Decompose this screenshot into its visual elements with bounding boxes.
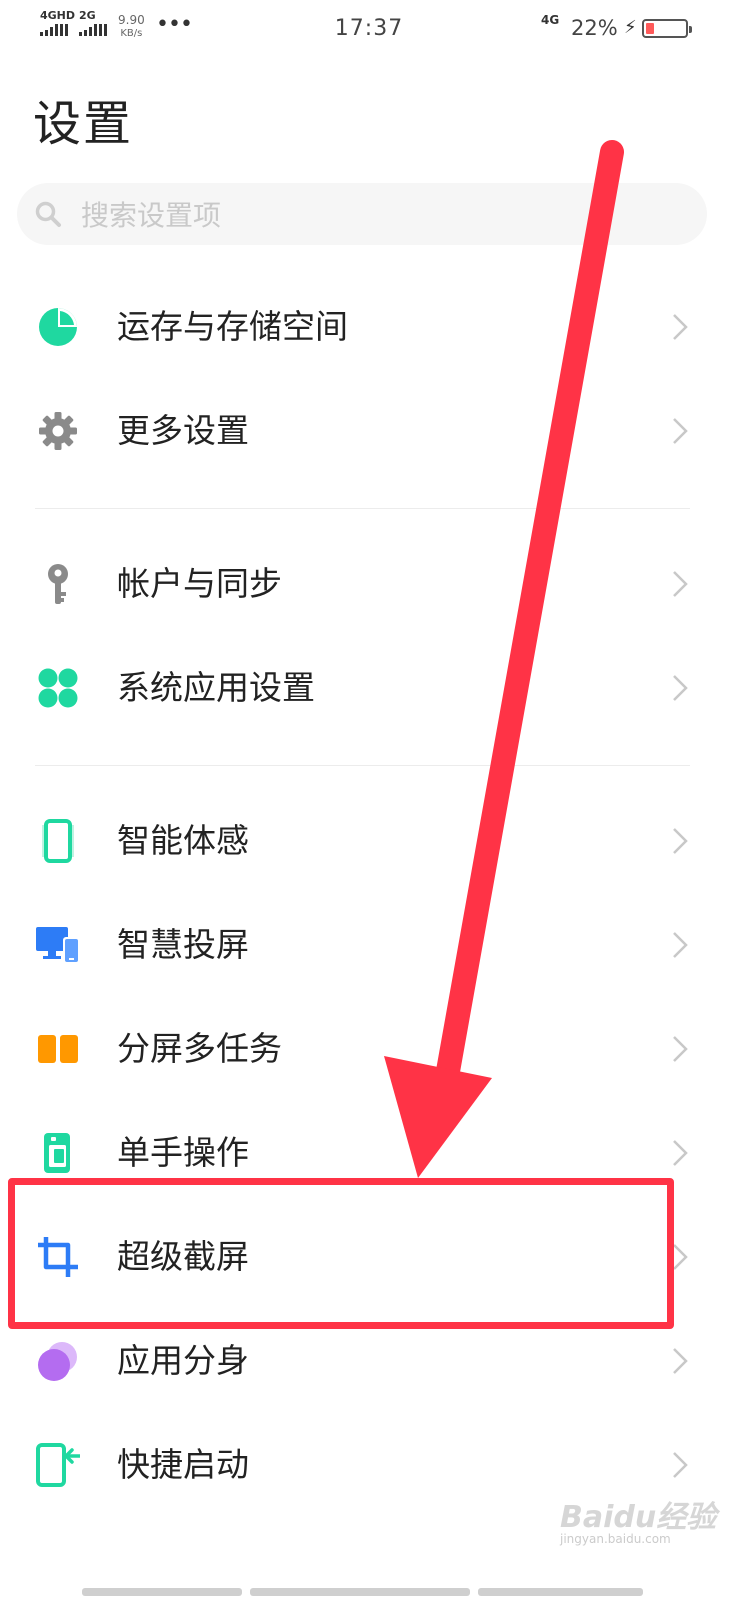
section-divider bbox=[35, 765, 690, 766]
settings-item-label: 快捷启动 bbox=[117, 1445, 249, 1484]
settings-item-label: 系统应用设置 bbox=[117, 668, 315, 707]
settings-item-label: 运存与存储空间 bbox=[117, 307, 348, 346]
page-title: 设置 bbox=[33, 96, 134, 152]
quick-launch-icon bbox=[36, 1443, 80, 1487]
chevron-right-icon bbox=[673, 571, 688, 597]
section-divider bbox=[35, 508, 690, 509]
battery-percent: 22% bbox=[571, 16, 618, 40]
battery-fill bbox=[646, 23, 655, 34]
charging-bolt-icon: ⚡ bbox=[624, 17, 637, 38]
split-screen-icon bbox=[38, 1035, 78, 1063]
clover-icon bbox=[38, 668, 78, 708]
settings-item-label: 帐户与同步 bbox=[117, 564, 282, 603]
chevron-right-icon bbox=[673, 1036, 688, 1062]
bottom-strip bbox=[250, 1588, 470, 1596]
chevron-right-icon bbox=[673, 932, 688, 958]
settings-item-label: 应用分身 bbox=[117, 1341, 249, 1380]
settings-item-system-apps[interactable]: 系统应用设置 bbox=[0, 636, 738, 740]
gear-icon bbox=[39, 412, 77, 450]
status-bar: 4GHD 2G 9.90 KB/s ••• 17:37 4G 22% ⚡ bbox=[0, 0, 738, 56]
search-input[interactable] bbox=[79, 191, 683, 239]
chevron-right-icon bbox=[673, 828, 688, 854]
screen-cast-icon bbox=[36, 927, 79, 963]
settings-item-accounts[interactable]: 帐户与同步 bbox=[0, 532, 738, 636]
settings-item-screen-cast[interactable]: 智慧投屏 bbox=[0, 893, 738, 997]
settings-item-label: 智能体感 bbox=[117, 821, 249, 860]
chevron-right-icon bbox=[673, 1348, 688, 1374]
baidu-watermark: Baidu经验 bbox=[560, 1500, 717, 1535]
settings-item-label: 智慧投屏 bbox=[117, 925, 249, 964]
annotation-highlight-box bbox=[8, 1178, 674, 1329]
settings-item-label: 更多设置 bbox=[117, 411, 249, 450]
bottom-strip bbox=[82, 1588, 242, 1596]
app-clone-icon bbox=[38, 1342, 77, 1381]
settings-item-more-settings[interactable]: 更多设置 bbox=[0, 379, 738, 483]
one-hand-icon bbox=[44, 1133, 70, 1173]
chevron-right-icon bbox=[673, 1452, 688, 1478]
settings-item-storage[interactable]: 运存与存储空间 bbox=[0, 275, 738, 379]
settings-item-split-screen[interactable]: 分屏多任务 bbox=[0, 997, 738, 1101]
settings-item-label: 单手操作 bbox=[117, 1133, 249, 1172]
key-icon bbox=[48, 564, 68, 604]
chevron-right-icon bbox=[673, 1140, 688, 1166]
chevron-right-icon bbox=[673, 675, 688, 701]
network-type: 4G bbox=[541, 13, 560, 27]
search-icon bbox=[35, 201, 61, 227]
phone-motion-icon bbox=[42, 819, 74, 863]
bottom-strip bbox=[478, 1588, 643, 1596]
settings-item-smart-motion[interactable]: 智能体感 bbox=[0, 789, 738, 893]
storage-pie-icon bbox=[39, 308, 77, 346]
search-bar[interactable] bbox=[17, 183, 707, 245]
chevron-right-icon bbox=[673, 418, 688, 444]
baidu-watermark-url: jingyan.baidu.com bbox=[560, 1532, 671, 1546]
chevron-right-icon bbox=[673, 314, 688, 340]
battery-icon bbox=[642, 19, 692, 38]
settings-item-label: 分屏多任务 bbox=[117, 1029, 282, 1068]
